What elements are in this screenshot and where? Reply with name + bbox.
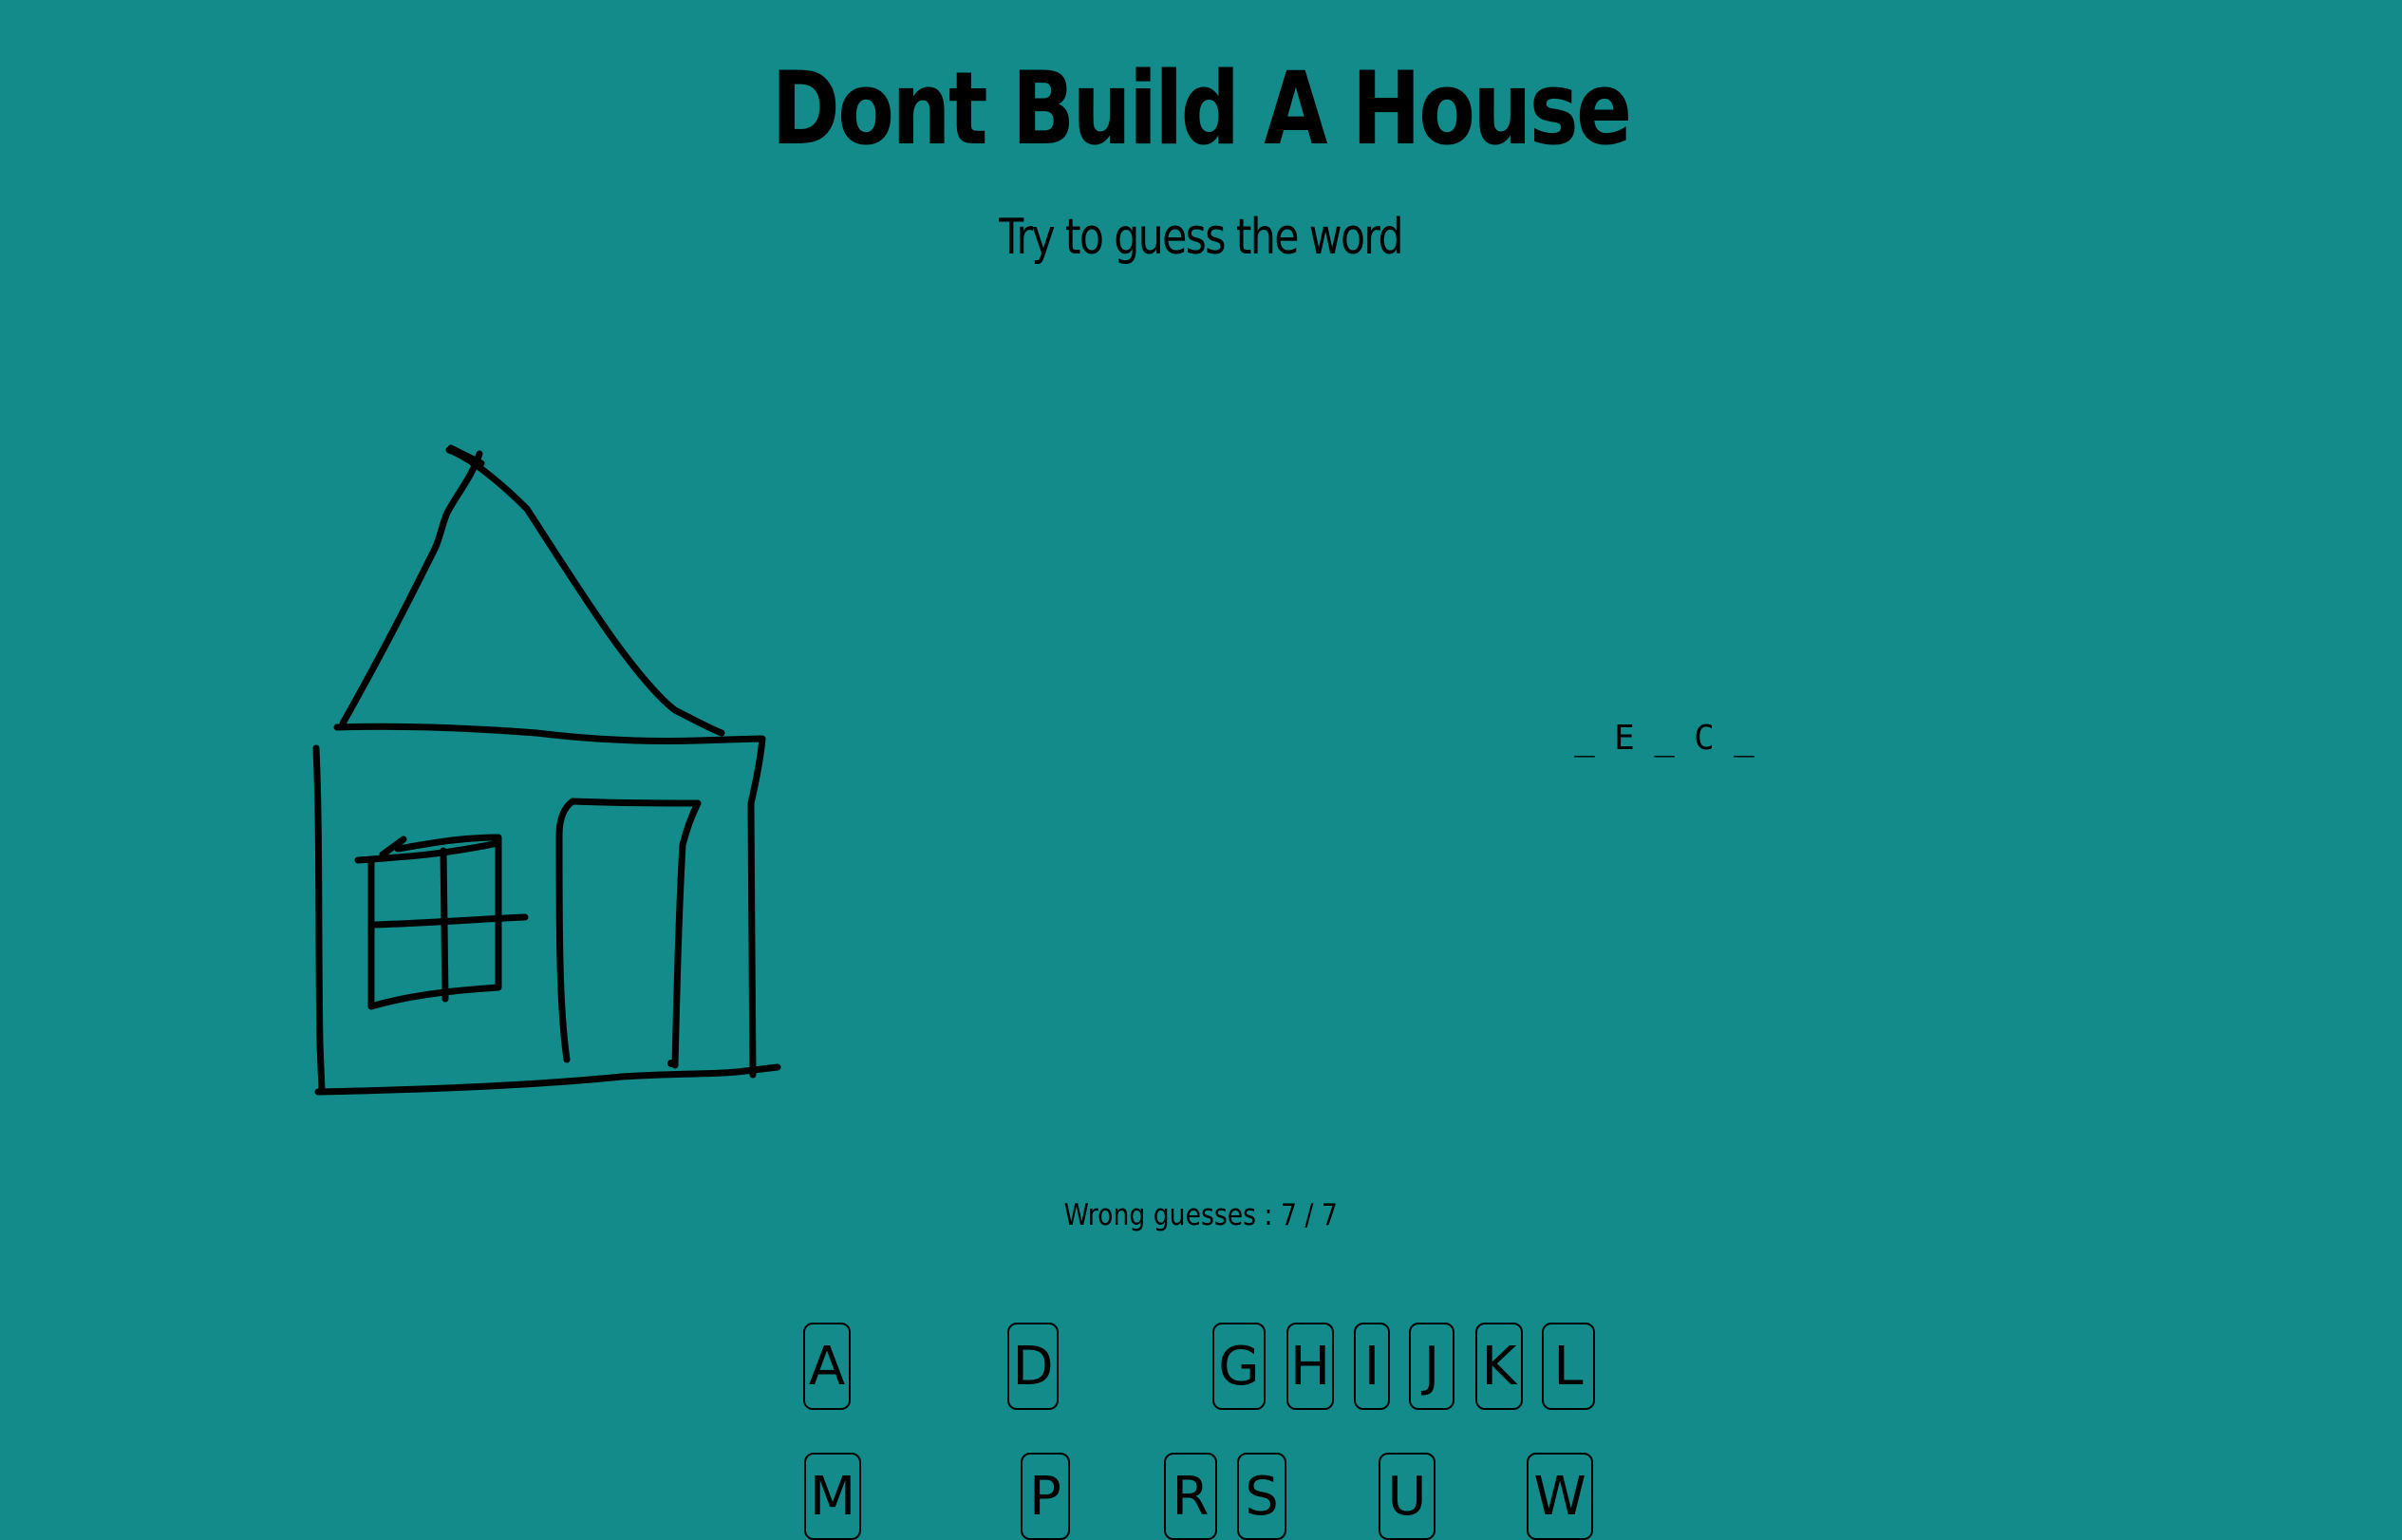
letter-key-h[interactable]: H — [1286, 1323, 1334, 1410]
page-title: Dont Build A House — [771, 50, 1632, 167]
letter-key-g[interactable]: G — [1212, 1323, 1266, 1410]
letter-key-j[interactable]: J — [1409, 1323, 1454, 1410]
letter-key-d[interactable]: D — [1007, 1323, 1059, 1410]
house-door — [555, 798, 702, 1069]
letter-key-s[interactable]: S — [1237, 1453, 1286, 1540]
word-slot: E — [1614, 719, 1635, 758]
house-left-wall — [312, 744, 326, 1094]
word-slot: _ — [1574, 719, 1595, 758]
house-roof-left — [339, 450, 483, 727]
word-slot: _ — [1734, 719, 1755, 758]
letter-key-i[interactable]: I — [1354, 1323, 1390, 1410]
word-slot: C — [1694, 719, 1715, 758]
word-display: _ E _ C _ — [1571, 710, 1757, 767]
letter-key-r[interactable]: R — [1164, 1453, 1217, 1540]
house-door-knob — [667, 1060, 675, 1067]
house-eave — [333, 723, 764, 745]
house-ground — [314, 1063, 781, 1096]
letter-key-k[interactable]: K — [1475, 1323, 1523, 1410]
house-right-wall — [747, 735, 766, 1079]
house-roof — [445, 446, 725, 737]
letter-key-l[interactable]: L — [1542, 1323, 1595, 1410]
house-window-horizontal — [369, 913, 529, 929]
page-subtitle: Try to guess the word — [999, 209, 1403, 266]
letter-key-a[interactable]: A — [803, 1323, 851, 1410]
wrong-guesses-counter: Wrong guesses : 7 / 7 — [1063, 1198, 1338, 1232]
house-drawing — [312, 444, 781, 1096]
letter-key-p[interactable]: P — [1021, 1453, 1070, 1540]
letter-key-u[interactable]: U — [1379, 1453, 1436, 1540]
letter-key-w[interactable]: W — [1527, 1453, 1593, 1540]
letter-key-m[interactable]: M — [804, 1453, 861, 1540]
word-slot: _ — [1654, 719, 1675, 758]
